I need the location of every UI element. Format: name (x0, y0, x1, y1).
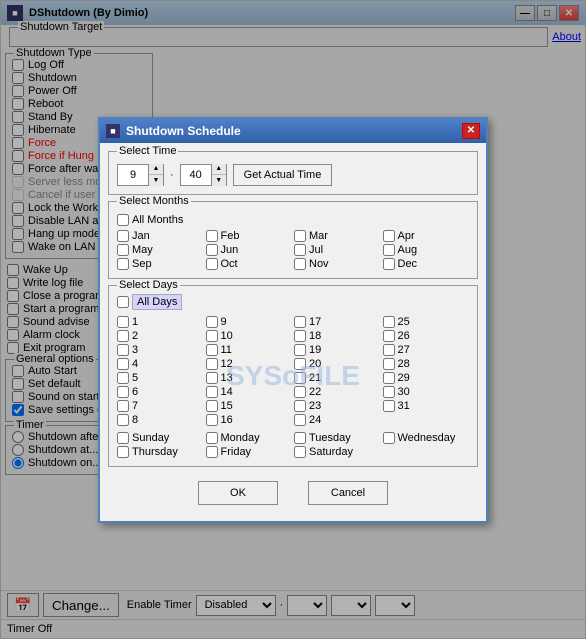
modal-title-group: ■ Shutdown Schedule (106, 124, 241, 138)
day-17[interactable]: 17 (294, 316, 381, 328)
day-11[interactable]: 11 (206, 344, 293, 356)
cancel-button[interactable]: Cancel (308, 481, 388, 505)
time-separator: · (170, 169, 174, 181)
minute-down-button[interactable]: ▼ (212, 175, 226, 186)
modal-icon: ■ (106, 124, 120, 138)
months-grid: Jan Feb Mar Apr May Jun Jul Aug Sep Oct … (117, 230, 469, 270)
weekdays-grid: Sunday Monday Tuesday Wednesday Thursday… (117, 432, 469, 458)
select-days-label: Select Days (117, 279, 180, 291)
all-months-row: All Months (117, 214, 469, 226)
get-actual-time-button[interactable]: Get Actual Time (233, 164, 333, 186)
modal-body: Select Time ▲ ▼ · (100, 143, 486, 521)
day-13[interactable]: 13 (206, 372, 293, 384)
modal-footer: OK Cancel (108, 473, 478, 513)
all-months-text: All Months (132, 214, 183, 226)
shutdown-schedule-modal: ■ Shutdown Schedule ✕ Select Time ▲ (98, 117, 488, 523)
time-row: ▲ ▼ · ▲ ▼ Get Actual Time (117, 164, 469, 186)
minute-up-button[interactable]: ▲ (212, 164, 226, 175)
month-may[interactable]: May (117, 244, 204, 256)
day-22[interactable]: 22 (294, 386, 381, 398)
month-sep[interactable]: Sep (117, 258, 204, 270)
day-6[interactable]: 6 (117, 386, 204, 398)
day-24[interactable]: 24 (294, 414, 381, 426)
day-21[interactable]: 21 (294, 372, 381, 384)
minute-spinner[interactable]: ▲ ▼ (180, 164, 227, 186)
day-27[interactable]: 27 (383, 344, 470, 356)
day-tuesday[interactable]: Tuesday (294, 432, 381, 444)
day-12[interactable]: 12 (206, 358, 293, 370)
all-days-option[interactable]: All Days (117, 294, 469, 310)
modal-close-button[interactable]: ✕ (462, 123, 480, 139)
day-monday[interactable]: Monday (206, 432, 293, 444)
all-months-checkbox[interactable] (117, 214, 129, 226)
month-feb[interactable]: Feb (206, 230, 293, 242)
all-days-text: All Days (132, 294, 182, 310)
day-9[interactable]: 9 (206, 316, 293, 328)
day-thursday[interactable]: Thursday (117, 446, 204, 458)
month-jul[interactable]: Jul (294, 244, 381, 256)
month-dec[interactable]: Dec (383, 258, 470, 270)
minute-input[interactable] (181, 165, 211, 185)
select-time-label: Select Time (117, 145, 178, 157)
ok-button[interactable]: OK (198, 481, 278, 505)
day-1[interactable]: 1 (117, 316, 204, 328)
day-28[interactable]: 28 (383, 358, 470, 370)
select-months-group: Select Months All Months Jan Feb Mar Apr… (108, 201, 478, 279)
days-numeric-grid: 1 9 17 25 2 10 18 26 3 11 19 27 4 12 (117, 316, 469, 426)
day-14[interactable]: 14 (206, 386, 293, 398)
day-wednesday[interactable]: Wednesday (383, 432, 470, 444)
day-3[interactable]: 3 (117, 344, 204, 356)
all-days-row: All Days (117, 294, 469, 310)
day-7[interactable]: 7 (117, 400, 204, 412)
hour-down-button[interactable]: ▼ (149, 175, 163, 186)
day-18[interactable]: 18 (294, 330, 381, 342)
month-aug[interactable]: Aug (383, 244, 470, 256)
day-26[interactable]: 26 (383, 330, 470, 342)
day-25[interactable]: 25 (383, 316, 470, 328)
day-4[interactable]: 4 (117, 358, 204, 370)
hour-input[interactable] (118, 165, 148, 185)
day-2[interactable]: 2 (117, 330, 204, 342)
day-8[interactable]: 8 (117, 414, 204, 426)
day-23[interactable]: 23 (294, 400, 381, 412)
day-15[interactable]: 15 (206, 400, 293, 412)
day-20[interactable]: 20 (294, 358, 381, 370)
month-nov[interactable]: Nov (294, 258, 381, 270)
day-16[interactable]: 16 (206, 414, 293, 426)
day-29[interactable]: 29 (383, 372, 470, 384)
day-friday[interactable]: Friday (206, 446, 293, 458)
all-days-checkbox[interactable] (117, 296, 129, 308)
day-19[interactable]: 19 (294, 344, 381, 356)
month-jun[interactable]: Jun (206, 244, 293, 256)
day-5[interactable]: 5 (117, 372, 204, 384)
modal-overlay: ■ Shutdown Schedule ✕ Select Time ▲ (1, 1, 585, 638)
month-jan[interactable]: Jan (117, 230, 204, 242)
day-10[interactable]: 10 (206, 330, 293, 342)
month-mar[interactable]: Mar (294, 230, 381, 242)
select-months-label: Select Months (117, 195, 191, 207)
hour-up-button[interactable]: ▲ (149, 164, 163, 175)
hour-spin-buttons: ▲ ▼ (148, 164, 163, 186)
select-time-group: Select Time ▲ ▼ · (108, 151, 478, 195)
day-31[interactable]: 31 (383, 400, 470, 412)
modal-title-text: Shutdown Schedule (126, 124, 241, 138)
minute-spin-buttons: ▲ ▼ (211, 164, 226, 186)
day-30[interactable]: 30 (383, 386, 470, 398)
month-oct[interactable]: Oct (206, 258, 293, 270)
select-days-group: Select Days SYSoFILE All Days 1 9 17 25 (108, 285, 478, 467)
modal-title-bar: ■ Shutdown Schedule ✕ (100, 119, 486, 143)
day-sunday[interactable]: Sunday (117, 432, 204, 444)
month-apr[interactable]: Apr (383, 230, 470, 242)
day-saturday[interactable]: Saturday (294, 446, 381, 458)
hour-spinner[interactable]: ▲ ▼ (117, 164, 164, 186)
all-months-option[interactable]: All Months (117, 214, 469, 226)
